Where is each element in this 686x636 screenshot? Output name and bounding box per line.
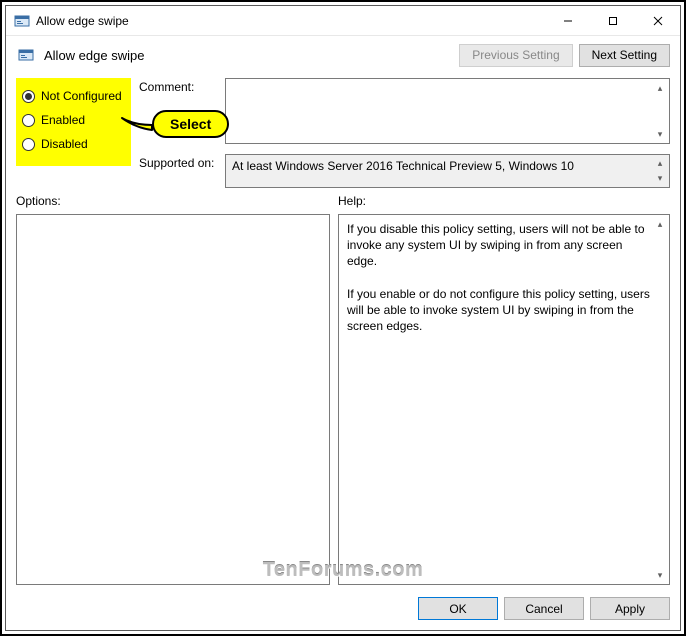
scroll-up-icon[interactable]: ▴ (652, 80, 668, 96)
comment-label: Comment: (139, 78, 219, 144)
close-button[interactable] (635, 6, 680, 35)
supported-on-field: At least Windows Server 2016 Technical P… (225, 154, 670, 188)
comment-textarea[interactable]: ▴ ▾ (225, 78, 670, 144)
radio-enabled[interactable]: Enabled (22, 108, 125, 132)
scrollbar[interactable]: ▴ ▾ (652, 216, 668, 583)
scroll-down-icon[interactable]: ▾ (652, 171, 668, 186)
next-setting-button[interactable]: Next Setting (579, 44, 670, 67)
scroll-down-icon[interactable]: ▾ (652, 126, 668, 142)
scroll-up-icon[interactable]: ▴ (652, 216, 668, 232)
radio-icon (22, 114, 35, 127)
ok-button[interactable]: OK (418, 597, 498, 620)
radio-label: Enabled (41, 113, 85, 127)
help-label: Help: (338, 194, 670, 208)
options-label: Options: (16, 194, 330, 208)
radio-label: Not Configured (41, 89, 122, 103)
window-title: Allow edge swipe (36, 14, 545, 28)
help-paragraph: If you enable or do not configure this p… (347, 286, 651, 335)
radio-disabled[interactable]: Disabled (22, 132, 125, 156)
scrollbar[interactable]: ▴ ▾ (652, 156, 668, 186)
previous-setting-button: Previous Setting (459, 44, 572, 67)
supported-label: Supported on: (139, 154, 219, 188)
policy-icon (14, 13, 30, 29)
state-radio-group: Not Configured Enabled Disabled (16, 78, 131, 166)
radio-icon (22, 90, 35, 103)
supported-value: At least Windows Server 2016 Technical P… (232, 159, 574, 173)
radio-label: Disabled (41, 137, 88, 151)
cancel-button[interactable]: Cancel (504, 597, 584, 620)
help-pane: If you disable this policy setting, user… (338, 214, 670, 585)
dialog-window: Allow edge swipe Allow edge swipe Previ (5, 5, 681, 631)
policy-icon (16, 45, 36, 65)
radio-icon (22, 138, 35, 151)
maximize-button[interactable] (590, 6, 635, 35)
apply-button[interactable]: Apply (590, 597, 670, 620)
scrollbar[interactable]: ▴ ▾ (652, 80, 668, 142)
titlebar: Allow edge swipe (6, 6, 680, 36)
options-pane (16, 214, 330, 585)
subheader: Allow edge swipe Previous Setting Next S… (6, 36, 680, 74)
policy-title: Allow edge swipe (44, 48, 459, 63)
radio-not-configured[interactable]: Not Configured (22, 84, 125, 108)
dialog-footer: OK Cancel Apply (16, 591, 670, 620)
minimize-button[interactable] (545, 6, 590, 35)
scroll-down-icon[interactable]: ▾ (652, 567, 668, 583)
scroll-up-icon[interactable]: ▴ (652, 156, 668, 171)
help-paragraph: If you disable this policy setting, user… (347, 221, 651, 270)
window-controls (545, 6, 680, 35)
